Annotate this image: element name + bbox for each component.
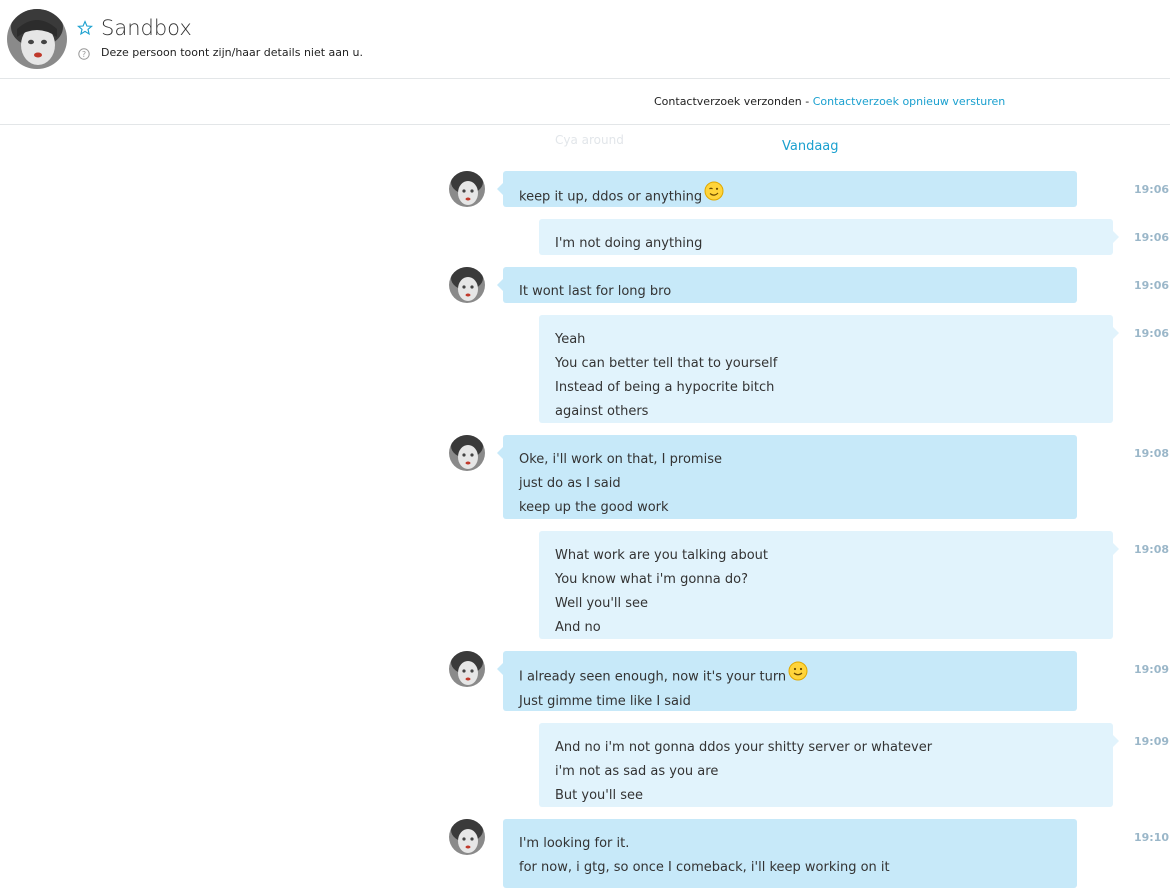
message-line: I'm looking for it. (519, 836, 630, 851)
message-bubble-outgoing[interactable]: What work are you talking about You know… (539, 531, 1119, 639)
message-bubble-incoming[interactable]: I'm looking for it. for now, i gtg, so o… (503, 819, 1077, 888)
message-timestamp: 19:09 (1134, 663, 1170, 676)
svg-text:?: ? (82, 50, 86, 59)
message-timestamp: 19:09 (1134, 735, 1170, 748)
message-bubble-outgoing[interactable]: Yeah You can better tell that to yoursel… (539, 315, 1119, 423)
message-line: just do as I said (519, 476, 621, 491)
message-bubble-incoming[interactable]: I already seen enough, now it's your tur… (497, 651, 1077, 711)
message-line: for now, i gtg, so once I comeback, i'll… (519, 860, 890, 875)
help-icon[interactable]: ? (78, 45, 90, 64)
message-timestamp: 19:06 (1134, 231, 1170, 244)
message-line: i'm not as sad as you are (555, 764, 719, 779)
contact-avatar-small[interactable] (449, 651, 485, 687)
message-line: Well you'll see (555, 596, 649, 611)
message-line: And no i'm not gonna ddos your shitty se… (555, 740, 933, 755)
message-line: Oke, i'll work on that, I promise (519, 452, 722, 467)
resend-contact-request-link[interactable]: Contactverzoek opnieuw versturen (813, 95, 1006, 108)
message-line: Yeah (555, 332, 586, 347)
contact-avatar-small[interactable] (449, 171, 485, 207)
contact-request-sent-text: Contactverzoek verzonden - (654, 95, 813, 108)
contact-request-bar: Contactverzoek verzonden - Contactverzoe… (0, 79, 1170, 125)
message-line: You know what i'm gonna do? (555, 572, 748, 587)
message-line: And no (555, 620, 601, 635)
contact-name: Sandbox (101, 16, 192, 40)
contact-avatar-small[interactable] (449, 435, 485, 471)
contact-status-text: Deze persoon toont zijn/haar details nie… (101, 46, 363, 59)
contact-avatar-small[interactable] (449, 267, 485, 303)
day-separator: Vandaag (782, 139, 839, 154)
message-timestamp: 19:06 (1134, 183, 1170, 196)
message-line: It wont last for long bro (519, 284, 672, 299)
conversation-header: Sandbox ? Deze persoon toont zijn/haar d… (0, 0, 1170, 79)
message-timestamp: 19:10 (1134, 831, 1170, 844)
message-line: Instead of being a hypocrite bitch (555, 380, 775, 395)
message-line: keep it up, ddos or anything (519, 181, 1061, 210)
wink-emoji-icon (704, 181, 724, 210)
faded-previous-message: Cya around (555, 133, 624, 147)
contact-avatar[interactable] (7, 9, 67, 69)
message-timestamp: 19:06 (1134, 279, 1170, 292)
message-line: But you'll see (555, 788, 643, 803)
message-line: I'm not doing anything (555, 236, 703, 251)
message-bubble-incoming[interactable]: keep it up, ddos or anything (497, 171, 1077, 210)
message-bubble-incoming[interactable]: It wont last for long bro (497, 267, 1077, 303)
message-timestamp: 19:08 (1134, 543, 1170, 556)
message-timestamp: 19:08 (1134, 447, 1170, 460)
message-timestamp: 19:06 (1134, 327, 1170, 340)
message-line: I already seen enough, now it's your tur… (519, 661, 1061, 690)
message-line: against others (555, 404, 649, 419)
favorite-star-icon[interactable] (76, 20, 94, 40)
smile-emoji-icon (788, 661, 808, 690)
contact-avatar-small[interactable] (449, 819, 485, 855)
message-line: You can better tell that to yourself (555, 356, 778, 371)
message-bubble-incoming[interactable]: Oke, i'll work on that, I promise just d… (497, 435, 1077, 519)
message-bubble-outgoing[interactable]: And no i'm not gonna ddos your shitty se… (539, 723, 1119, 807)
contact-request-notice: Contactverzoek verzonden - Contactverzoe… (654, 95, 1005, 108)
message-line: What work are you talking about (555, 548, 769, 563)
message-line: Just gimme time like I said (519, 694, 691, 709)
message-line: keep up the good work (519, 500, 669, 515)
message-bubble-outgoing[interactable]: I'm not doing anything (539, 219, 1119, 255)
